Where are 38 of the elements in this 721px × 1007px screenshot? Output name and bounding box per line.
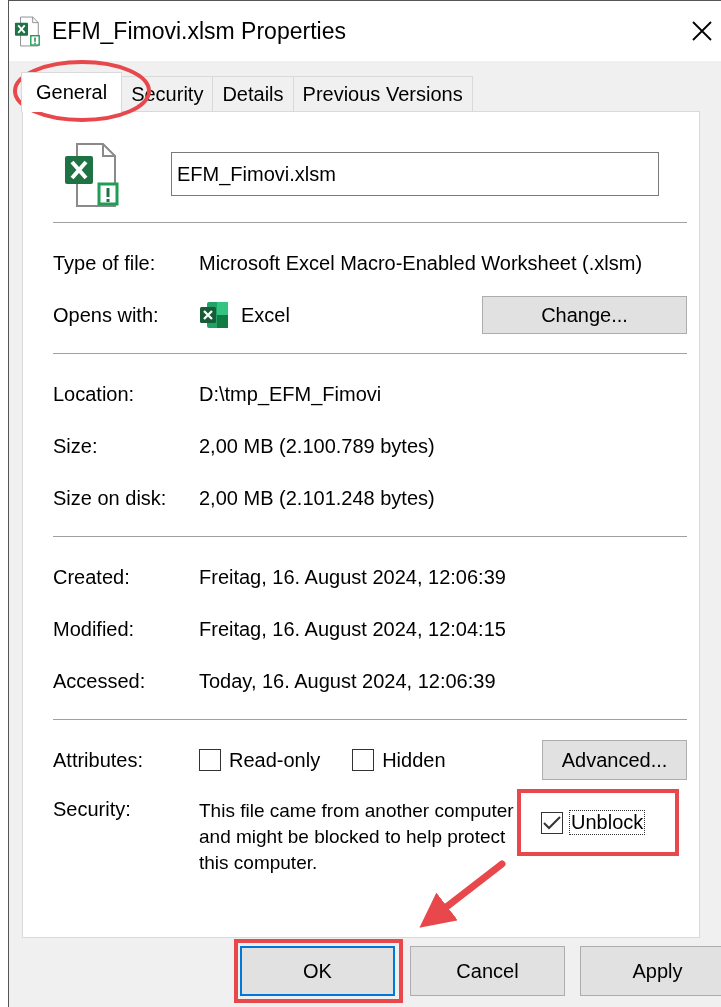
field-value: Freitag, 16. August 2024, 12:04:15 xyxy=(199,617,507,641)
field-label: Type of file: xyxy=(53,251,157,275)
advanced-button[interactable]: Advanced... xyxy=(542,740,687,780)
field-label: Attributes: xyxy=(53,748,145,772)
field-label: Security: xyxy=(53,798,132,821)
field-label: Size: xyxy=(53,434,99,458)
window-title: EFM_Fimovi.xlsm Properties xyxy=(52,17,346,45)
checkbox-label[interactable]: Hidden xyxy=(380,747,448,773)
dialog-button[interactable]: OK xyxy=(240,946,395,996)
field-label: Size on disk: xyxy=(53,486,168,510)
dialog-button[interactable]: Apply xyxy=(580,946,721,996)
checkbox-label[interactable]: Unblock xyxy=(569,810,646,835)
field-label: Location: xyxy=(53,382,136,406)
field-value: D:\tmp_EFM_Fimovi xyxy=(199,382,383,406)
checkbox[interactable] xyxy=(199,749,221,771)
excel-app-icon xyxy=(199,301,229,329)
checkbox[interactable] xyxy=(541,811,563,834)
checkmark-icon xyxy=(543,815,561,830)
field-label: Opens with: xyxy=(53,303,160,327)
field-value: Freitag, 16. August 2024, 12:06:39 xyxy=(199,565,507,589)
field-value: 2,00 MB (2.100.789 bytes) xyxy=(199,434,436,458)
field-label: Accessed: xyxy=(53,669,147,693)
file-name-field[interactable]: EFM_Fimovi.xlsm xyxy=(171,152,659,196)
app-name: Excel xyxy=(241,303,290,327)
field-value: Microsoft Excel Macro-Enabled Worksheet (.xlsm) xyxy=(199,251,644,275)
excel-file-icon xyxy=(14,15,42,47)
close-icon[interactable] xyxy=(692,21,712,41)
field-value: Today, 16. August 2024, 12:06:39 xyxy=(199,669,497,693)
change-button[interactable]: Change... xyxy=(482,296,687,334)
checkbox-label[interactable]: Read-only xyxy=(227,747,323,773)
field-label: Created: xyxy=(53,565,131,589)
security-message: This file came from another computer and might be blocked to help protect this computer. xyxy=(199,799,515,875)
tab[interactable]: Previous Versions xyxy=(292,76,473,111)
tab[interactable]: General xyxy=(21,72,123,112)
checkbox[interactable] xyxy=(352,749,375,771)
dialog-button[interactable]: Cancel xyxy=(410,946,565,996)
field-label: Modified: xyxy=(53,617,136,641)
field-value: 2,00 MB (2.101.248 bytes) xyxy=(199,486,436,510)
